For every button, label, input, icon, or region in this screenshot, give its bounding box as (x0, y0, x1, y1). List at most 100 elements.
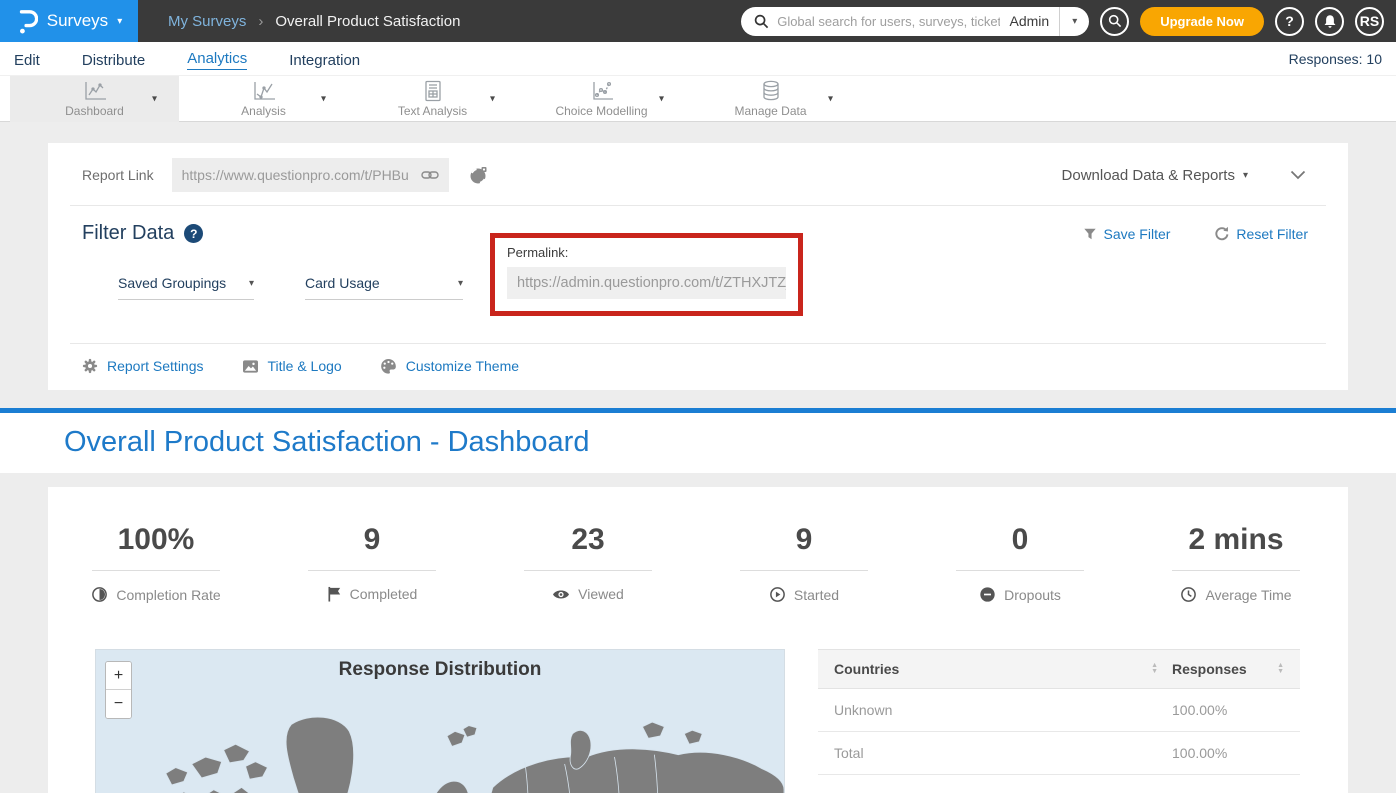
global-search[interactable]: Admin ▾ (741, 7, 1089, 36)
completion-rate-label: Completion Rate (116, 587, 220, 603)
eye-icon (552, 588, 570, 601)
responses-sort-icon[interactable]: ▲▼ (1277, 663, 1284, 675)
questionpro-logo-icon (16, 6, 38, 36)
download-data-reports-dropdown[interactable]: Download Data & Reports ▾ (1062, 167, 1248, 184)
responses-count: Responses: 10 (1289, 51, 1382, 67)
scope-caret-icon: ▾ (1072, 16, 1077, 27)
tab-choice-modelling[interactable]: Choice Modelling ▾ (517, 76, 686, 122)
tab-text-analysis-caret-icon[interactable]: ▾ (490, 94, 495, 105)
country-responses: 100.00% (1172, 745, 1284, 761)
tab-manage-data[interactable]: Manage Data ▾ (686, 76, 855, 122)
table-row: Total 100.00% (818, 732, 1300, 775)
database-icon (760, 80, 782, 102)
card-usage-caret-icon: ▾ (458, 278, 463, 289)
tab-choice-modelling-label: Choice Modelling (555, 104, 647, 118)
tab-dashboard-label: Dashboard (65, 104, 124, 118)
breadcrumb-my-surveys[interactable]: My Surveys (168, 13, 246, 30)
stat-divider (92, 570, 220, 571)
report-actions-row: Report Settings Title & Logo Customize T… (82, 358, 1326, 374)
tab-dashboard[interactable]: Dashboard ▾ (10, 76, 179, 122)
filter-controls: Saved Groupings ▾ Card Usage ▾ Permalink… (70, 247, 1326, 333)
card-usage-select[interactable]: Card Usage ▾ (305, 275, 463, 300)
nav-integration[interactable]: Integration (289, 49, 360, 69)
response-distribution-map[interactable]: Response Distribution + − (95, 649, 785, 793)
filter-help-icon[interactable]: ? (184, 224, 203, 243)
top-header: Surveys ▾ My Surveys › Overall Product S… (0, 0, 1396, 42)
customize-theme-label: Customize Theme (406, 358, 519, 374)
reset-filter-label: Reset Filter (1236, 226, 1308, 242)
search-toggle-button[interactable] (1100, 7, 1129, 36)
report-settings-link[interactable]: Report Settings (82, 358, 204, 374)
minus-circle-icon (979, 586, 996, 603)
dashboard-title-band: Overall Product Satisfaction - Dashboard (0, 413, 1396, 473)
dashboard-card: 100% Completion Rate 9 Completed (48, 487, 1348, 793)
help-button[interactable]: ? (1275, 7, 1304, 36)
saved-groupings-select[interactable]: Saved Groupings ▾ (118, 275, 254, 300)
stat-divider (740, 570, 868, 571)
stat-completion-rate: 100% Completion Rate (48, 523, 264, 603)
tab-text-analysis-label: Text Analysis (398, 104, 467, 118)
header-actions: Admin ▾ Upgrade Now ? RS (741, 7, 1384, 36)
refresh-icon (1214, 226, 1229, 241)
choice-modelling-icon (590, 80, 614, 102)
section-divider (70, 205, 1326, 206)
saved-groupings-caret-icon: ▾ (249, 278, 254, 289)
completed-label: Completed (350, 586, 418, 602)
completion-rate-value: 100% (48, 523, 264, 557)
tab-text-analysis[interactable]: Text Analysis ▾ (348, 76, 517, 122)
tab-analysis-caret-icon[interactable]: ▾ (321, 94, 326, 105)
analysis-chart-icon (251, 80, 277, 102)
viewed-label: Viewed (578, 586, 624, 602)
report-link-url: https://www.questionpro.com/t/PHBu (182, 167, 421, 183)
tab-dashboard-caret-icon[interactable]: ▾ (152, 94, 157, 105)
average-time-label: Average Time (1205, 587, 1291, 603)
countries-column-header: Countries (834, 661, 899, 677)
tab-choice-modelling-caret-icon[interactable]: ▾ (659, 94, 664, 105)
map-title: Response Distribution (96, 659, 784, 681)
tab-analysis[interactable]: Analysis ▾ (179, 76, 348, 122)
permalink-label: Permalink: (507, 245, 786, 260)
title-logo-link[interactable]: Title & Logo (242, 358, 342, 374)
stat-divider (956, 570, 1084, 571)
download-data-reports-label: Download Data & Reports (1062, 167, 1235, 184)
nav-analytics[interactable]: Analytics (187, 47, 247, 70)
user-avatar[interactable]: RS (1355, 7, 1384, 36)
report-link-row: Report Link https://www.questionpro.com/… (70, 155, 1326, 195)
countries-table-header: Countries ▲▼ Responses ▲▼ (818, 649, 1300, 689)
nav-distribute[interactable]: Distribute (82, 49, 145, 69)
report-link-input[interactable]: https://www.questionpro.com/t/PHBu (172, 158, 449, 192)
countries-sort-icon[interactable]: ▲▼ (1151, 663, 1158, 675)
share-icon[interactable] (469, 166, 488, 185)
search-scope-dropdown[interactable]: ▾ (1059, 7, 1089, 36)
palette-icon (380, 358, 397, 374)
average-time-value: 2 mins (1128, 523, 1344, 557)
tab-manage-data-caret-icon[interactable]: ▾ (828, 94, 833, 105)
collapse-section-chevron-icon[interactable] (1290, 170, 1306, 180)
app-logo-surveys-menu[interactable]: Surveys ▾ (0, 0, 138, 42)
funnel-icon (1083, 227, 1097, 241)
upgrade-now-button[interactable]: Upgrade Now (1140, 7, 1264, 36)
reset-filter-button[interactable]: Reset Filter (1214, 226, 1308, 242)
countries-table: Countries ▲▼ Responses ▲▼ Unknown 100.00… (818, 649, 1300, 793)
stat-dropouts: 0 Dropouts (912, 523, 1128, 603)
permalink-input[interactable]: https://admin.questionpro.com/t/ZTHXJTZj (507, 267, 786, 299)
dropouts-value: 0 (912, 523, 1128, 557)
started-label: Started (794, 587, 839, 603)
card-usage-value: Card Usage (305, 275, 380, 291)
notifications-button[interactable] (1315, 7, 1344, 36)
report-settings-label: Report Settings (107, 358, 204, 374)
tab-manage-data-label: Manage Data (734, 104, 806, 118)
clock-icon (1180, 586, 1197, 603)
flag-icon (327, 586, 342, 602)
global-search-input[interactable] (777, 14, 999, 29)
responses-column-header: Responses (1172, 661, 1247, 677)
stat-average-time: 2 mins Average Time (1128, 523, 1344, 603)
filter-actions: Save Filter Reset Filter (1083, 226, 1309, 242)
nav-edit[interactable]: Edit (14, 49, 40, 69)
play-circle-icon (769, 586, 786, 603)
save-filter-button[interactable]: Save Filter (1083, 226, 1171, 242)
customize-theme-link[interactable]: Customize Theme (380, 358, 519, 374)
search-icon (754, 14, 769, 29)
saved-groupings-value: Saved Groupings (118, 275, 226, 291)
download-caret-icon: ▾ (1243, 170, 1248, 181)
